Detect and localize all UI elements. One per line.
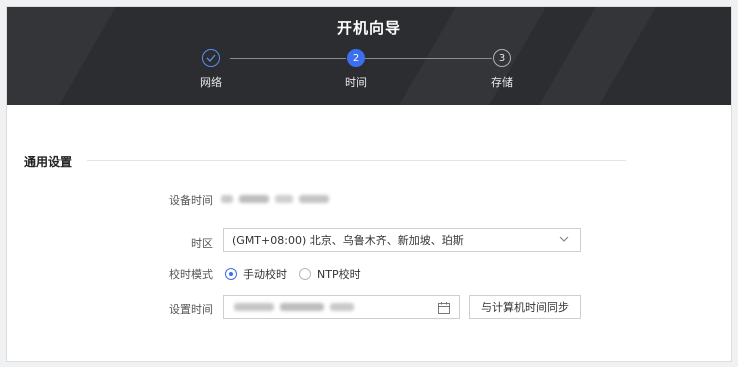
wizard-header: 开机向导 2 3 网络 时间 存储 xyxy=(7,7,731,105)
radio-button-selected[interactable] xyxy=(225,268,237,280)
step-1-label: 网络 xyxy=(200,76,222,89)
radio-button[interactable] xyxy=(299,268,311,280)
radio-ntp-sync[interactable]: NTP校时 xyxy=(299,266,361,282)
step-2-number: 2 xyxy=(352,52,360,64)
step-3-label: 存储 xyxy=(491,76,513,89)
step-2-label: 时间 xyxy=(345,76,367,89)
radio-manual-sync[interactable]: 手动校时 xyxy=(225,266,287,282)
timezone-select[interactable]: (GMT+08:00) 北京、乌鲁木齐、新加坡、珀斯 xyxy=(223,228,581,252)
section-divider xyxy=(87,160,626,161)
timezone-value: (GMT+08:00) 北京、乌鲁木齐、新加坡、珀斯 xyxy=(232,234,464,247)
blurred-text xyxy=(280,303,324,311)
set-time-input[interactable] xyxy=(223,295,460,319)
blurred-text xyxy=(299,195,329,203)
step-1-indicator xyxy=(202,49,220,67)
blurred-text xyxy=(221,195,233,203)
sync-mode-label: 校时模式 xyxy=(169,268,213,281)
section-title: 通用设置 xyxy=(24,155,73,169)
blurred-text xyxy=(239,195,269,203)
wizard-window: 开机向导 2 3 网络 时间 存储 通用设置 设备时间 时区 (GMT+08:0… xyxy=(6,6,732,362)
blurred-text xyxy=(330,303,354,311)
step-3-number: 3 xyxy=(498,52,506,64)
blurred-text xyxy=(275,195,293,203)
sync-with-computer-button[interactable]: 与计算机时间同步 xyxy=(469,295,581,319)
radio-ntp-label: NTP校时 xyxy=(317,268,361,281)
step-connector xyxy=(364,58,492,59)
timezone-label: 时区 xyxy=(191,237,213,250)
set-time-label: 设置时间 xyxy=(169,303,213,316)
step-2-indicator: 2 xyxy=(347,49,365,67)
step-3-indicator: 3 xyxy=(493,49,511,67)
chevron-down-icon xyxy=(558,233,570,248)
device-time-label: 设备时间 xyxy=(169,194,213,207)
check-icon xyxy=(206,54,216,62)
radio-manual-label: 手动校时 xyxy=(243,268,287,281)
wizard-title: 开机向导 xyxy=(336,19,401,37)
step-connector xyxy=(230,58,346,59)
calendar-icon[interactable] xyxy=(437,300,451,319)
blurred-text xyxy=(234,303,274,311)
